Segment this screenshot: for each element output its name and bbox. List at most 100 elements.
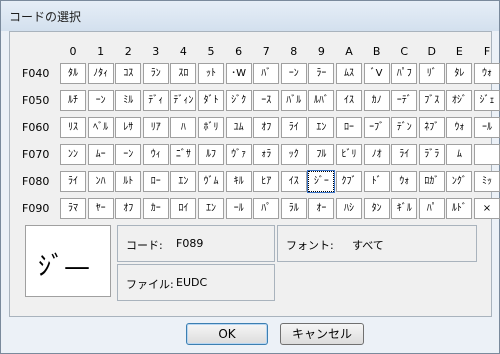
code-cell[interactable]: ﾌﾞｽ bbox=[418, 90, 445, 111]
cancel-button[interactable]: キャンセル bbox=[280, 323, 364, 345]
code-cell[interactable]: ﾃﾞｨ bbox=[142, 90, 169, 111]
code-cell[interactable]: ﾄﾞ bbox=[363, 171, 390, 192]
code-cell[interactable]: ｰﾙ bbox=[225, 198, 252, 219]
code-cell[interactable]: ﾊﾟﾌ bbox=[391, 63, 418, 84]
code-cell[interactable]: ﾗﾞﾗ bbox=[418, 144, 445, 165]
code-cell[interactable]: ﾎﾞﾘ bbox=[198, 117, 224, 138]
code-cell[interactable]: ﾙﾊﾞ bbox=[308, 90, 335, 111]
code-cell[interactable]: ﾝﾝ bbox=[60, 144, 86, 165]
code-cell[interactable]: ｲｽ bbox=[280, 171, 307, 192]
code-cell[interactable]: ｴﾝ bbox=[308, 117, 335, 138]
code-cell[interactable]: ﾗﾏ bbox=[60, 198, 86, 219]
code-cell[interactable]: ﾗﾝ bbox=[142, 63, 169, 84]
code-cell[interactable]: ﾚｻ bbox=[115, 117, 142, 138]
code-cell[interactable]: ﾗｲ bbox=[391, 144, 418, 165]
code-cell[interactable]: ﾈﾌﾞ bbox=[418, 117, 445, 138]
code-cell[interactable]: ﾛｶﾞ bbox=[418, 171, 445, 192]
code-cell[interactable]: ﾕﾑ bbox=[225, 117, 252, 138]
code-cell[interactable]: ｶｰ bbox=[142, 198, 169, 219]
code-cell[interactable]: ﾗｰ bbox=[308, 63, 335, 84]
code-cell[interactable]: ﾃﾞｨﾝ bbox=[170, 90, 197, 111]
code-cell[interactable]: ｳｨ bbox=[142, 144, 169, 165]
code-cell[interactable]: ｳﾞｧ bbox=[225, 144, 252, 165]
code-cell[interactable]: ｰﾝ bbox=[115, 144, 142, 165]
code-cell[interactable]: ﾊﾟ bbox=[253, 198, 280, 219]
code-cell[interactable]: ｰﾝ bbox=[87, 90, 114, 111]
code-cell[interactable]: ｺｽ bbox=[115, 63, 142, 84]
code-cell[interactable]: ｽﾛ bbox=[170, 63, 197, 84]
code-cell[interactable]: ｳﾞﾑ bbox=[198, 171, 224, 192]
code-cell[interactable]: ﾞV bbox=[363, 63, 390, 84]
code-cell[interactable]: ﾛｲ bbox=[170, 198, 197, 219]
code-cell[interactable]: ﾃﾞﾝ bbox=[391, 117, 418, 138]
code-cell[interactable]: ﾋｱ bbox=[253, 171, 280, 192]
code-cell[interactable]: ﾗｲ bbox=[60, 171, 86, 192]
code-cell[interactable]: ﾘｽ bbox=[60, 117, 86, 138]
code-cell[interactable]: ﾝﾊ bbox=[87, 171, 114, 192]
code-cell[interactable]: ｶﾉ bbox=[363, 90, 390, 111]
code-cell[interactable]: ﾋﾞﾘ bbox=[336, 144, 362, 165]
code-cell[interactable]: ﾘﾞ bbox=[418, 63, 445, 84]
code-cell[interactable]: ｵｼﾞ bbox=[446, 90, 473, 111]
code-cell[interactable]: ｵｰ bbox=[308, 198, 335, 219]
code-cell[interactable]: ｵﾌ bbox=[115, 198, 142, 219]
code-cell[interactable]: ﾔｰ bbox=[87, 198, 114, 219]
code-cell[interactable]: ｸﾌﾞ bbox=[336, 171, 362, 192]
code-cell[interactable]: ﾝｸﾞ bbox=[446, 171, 473, 192]
code-cell[interactable]: ﾊﾞ bbox=[253, 63, 280, 84]
code-cell[interactable]: ｰｽ bbox=[253, 90, 280, 111]
code-cell[interactable]: ﾑ bbox=[446, 144, 473, 165]
code-cell[interactable]: ﾑｰ bbox=[87, 144, 114, 165]
code-cell[interactable]: ｴﾝ bbox=[170, 171, 197, 192]
code-cell[interactable]: ﾀﾙ bbox=[60, 63, 86, 84]
code-cell[interactable]: ｴﾝ bbox=[198, 198, 224, 219]
code-cell[interactable]: ｳｫ bbox=[391, 171, 418, 192]
code-cell[interactable]: ﾙﾄﾞ bbox=[446, 198, 473, 219]
code-cell[interactable]: ﾌﾙ bbox=[308, 144, 335, 165]
code-cell[interactable]: ﾆﾞｻ bbox=[170, 144, 197, 165]
code-cell[interactable]: × bbox=[474, 198, 500, 219]
code-cell[interactable]: ﾊﾞﾙ bbox=[280, 90, 307, 111]
code-cell[interactable]: ｰﾌﾞ bbox=[363, 117, 390, 138]
code-cell[interactable]: ﾘｱ bbox=[142, 117, 169, 138]
code-cell[interactable]: ｯﾄ bbox=[198, 63, 224, 84]
code-cell[interactable]: ｷﾞﾙ bbox=[391, 198, 418, 219]
code-cell[interactable]: ﾍﾞﾙ bbox=[87, 117, 114, 138]
code-cell[interactable]: ﾛｰ bbox=[336, 117, 362, 138]
code-cell[interactable]: ﾀﾞﾄ bbox=[198, 90, 224, 111]
code-cell[interactable]: ﾙﾄ bbox=[115, 171, 142, 192]
ok-button[interactable]: OK bbox=[186, 323, 268, 345]
code-cell[interactable]: ｳｫ bbox=[446, 117, 473, 138]
code-cell[interactable]: ｷﾙ bbox=[225, 171, 252, 192]
code-cell[interactable]: ｳｫ bbox=[474, 63, 500, 84]
code-cell[interactable]: ﾉﾀｨ bbox=[87, 63, 114, 84]
code-cell[interactable]: ﾊ bbox=[170, 117, 197, 138]
code-cell[interactable]: ｼﾞｸ bbox=[225, 90, 252, 111]
code-cell[interactable]: ﾀﾝ bbox=[363, 198, 390, 219]
code-cell[interactable]: ･W bbox=[225, 63, 252, 84]
code-cell[interactable]: ﾉｵ bbox=[363, 144, 390, 165]
code-cell[interactable]: ﾐｯ bbox=[474, 171, 500, 192]
code-cell[interactable]: ﾊｼ bbox=[336, 198, 362, 219]
code-cell[interactable]: ｵﾌ bbox=[253, 117, 280, 138]
code-cell[interactable]: ﾗﾙ bbox=[280, 198, 307, 219]
code-cell[interactable]: ｰﾃﾞ bbox=[391, 90, 418, 111]
code-cell[interactable]: ｼﾞｰ bbox=[307, 170, 336, 193]
code-cell[interactable]: ｲｽ bbox=[336, 90, 362, 111]
code-cell[interactable] bbox=[474, 144, 500, 165]
code-cell[interactable]: ｯｸ bbox=[280, 144, 307, 165]
code-cell[interactable]: ﾙﾌ bbox=[198, 144, 224, 165]
preview-glyph: ｼﾞ— bbox=[38, 252, 91, 282]
code-cell[interactable]: ｰﾝ bbox=[280, 63, 307, 84]
code-cell[interactable]: ﾊﾟ bbox=[418, 198, 445, 219]
code-cell[interactable]: ﾐﾙ bbox=[115, 90, 142, 111]
code-cell[interactable]: ﾀﾚ bbox=[446, 63, 473, 84]
font-value: すべて bbox=[352, 239, 384, 252]
code-cell[interactable]: ﾛｰ bbox=[142, 171, 169, 192]
code-cell[interactable]: ｫﾗ bbox=[253, 144, 280, 165]
code-cell[interactable]: ﾙﾁ bbox=[60, 90, 86, 111]
code-cell[interactable]: ﾗｲ bbox=[280, 117, 307, 138]
code-cell[interactable]: ﾑｽ bbox=[336, 63, 362, 84]
code-cell[interactable]: ｼﾞｪ bbox=[474, 90, 500, 111]
code-cell[interactable]: ｰﾙ bbox=[474, 117, 500, 138]
